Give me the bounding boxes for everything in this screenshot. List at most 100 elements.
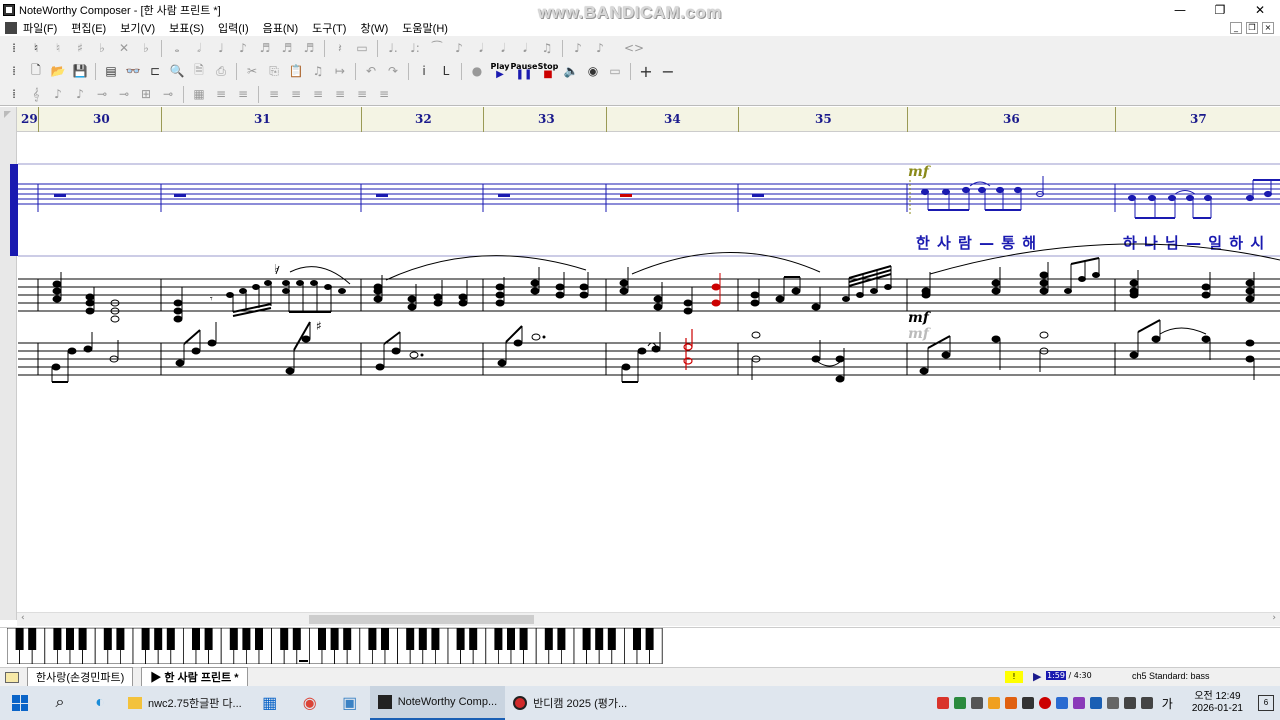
vocal-staff[interactable]: mf 한 사 람 — 통 해 하 나 님 — 일 하 시 <box>10 163 1280 257</box>
menu-view[interactable]: 보기(V) <box>120 20 155 36</box>
taskbar-noteworthy[interactable]: NoteWorthy Comp... <box>369 686 506 720</box>
menu-help[interactable]: 도움말(H) <box>402 20 448 36</box>
staff-tab-1[interactable]: 한사랑(손경민파트) <box>27 667 134 687</box>
piano-black-key[interactable] <box>154 628 163 650</box>
crescendo-icon[interactable]: <> <box>612 39 656 58</box>
spacing-icon[interactable]: ≡ <box>352 85 372 104</box>
rest-mark[interactable] <box>752 194 764 197</box>
piano-treble-staff[interactable]: ♭ 𝄾 ♯ <box>18 243 1280 333</box>
tray-app-icon[interactable] <box>1072 697 1085 709</box>
eighth-note-icon[interactable]: ♪ <box>233 39 253 58</box>
accent-icon[interactable]: 𝅘𝅥 <box>493 39 513 58</box>
piano-black-key[interactable] <box>582 628 591 650</box>
photos-icon[interactable]: ▣ <box>330 686 370 720</box>
sixteenth-note-icon[interactable]: ♬ <box>255 39 275 58</box>
piano-black-key[interactable] <box>280 628 289 650</box>
piano-black-key[interactable] <box>507 628 515 650</box>
record-icon[interactable] <box>1038 697 1051 709</box>
taskbar-explorer[interactable]: nwc2.75한글판 다... <box>120 686 250 720</box>
chord-icon[interactable]: ▭ <box>352 39 372 58</box>
piano-black-key[interactable] <box>633 628 641 650</box>
stem-down-icon[interactable]: ♪ <box>48 85 68 104</box>
print-icon[interactable]: ⎙ <box>211 62 231 81</box>
pause-button[interactable]: Pause ❚❚ <box>511 63 538 80</box>
piano-black-key[interactable] <box>418 628 427 650</box>
piano-black-key[interactable] <box>343 628 352 650</box>
natural-icon[interactable]: ♮ <box>48 39 68 58</box>
new-file-icon[interactable]: 🗋 <box>26 62 46 81</box>
align-right-icon[interactable]: ≡ <box>264 85 284 104</box>
piano-black-key[interactable] <box>78 628 87 650</box>
staccato-icon[interactable]: 𝅘𝅥 <box>471 39 491 58</box>
record-icon[interactable]: ● <box>467 62 487 81</box>
document-icon[interactable] <box>5 21 17 34</box>
shield-icon[interactable] <box>970 697 983 709</box>
piano-bass-staff[interactable]: mf mf <box>18 310 1280 383</box>
start-button[interactable] <box>0 686 40 720</box>
piano-black-key[interactable] <box>381 628 389 650</box>
accidental-toggle-icon[interactable]: ♮ <box>26 39 46 58</box>
midi-icon[interactable]: ◉ <box>583 62 603 81</box>
piano-black-key[interactable] <box>15 628 24 650</box>
indent-icon[interactable]: ≡ <box>308 85 328 104</box>
menu-file[interactable]: 파일(F) <box>23 20 57 36</box>
piano-black-key[interactable] <box>28 628 37 650</box>
vivaldi-icon[interactable] <box>936 697 949 709</box>
piano-black-key[interactable] <box>229 628 238 650</box>
input-language[interactable]: 가 <box>1162 695 1173 712</box>
store-icon[interactable]: ▦ <box>250 686 290 720</box>
tray-app-icon[interactable] <box>953 697 966 709</box>
piano-keyboard[interactable] <box>7 628 663 664</box>
search-icon[interactable]: ⌕ <box>40 686 80 720</box>
paste-icon[interactable]: 📋 <box>286 62 306 81</box>
tray-app-icon[interactable] <box>1106 697 1119 709</box>
tray-app-icon[interactable] <box>1055 697 1068 709</box>
mdi-restore-button[interactable]: ❐ <box>1246 21 1258 34</box>
clip-icon[interactable]: ♫ <box>308 62 328 81</box>
piano-black-key[interactable] <box>406 628 415 650</box>
half-note-icon[interactable]: 𝅗𝅥 <box>189 39 209 58</box>
piano-black-key[interactable] <box>141 628 150 650</box>
beam-group-icon[interactable]: ⊸ <box>114 85 134 104</box>
speaker-icon[interactable]: 🔈 <box>561 62 581 81</box>
menu-tools[interactable]: 도구(T) <box>312 20 346 36</box>
align-center-icon[interactable]: ≡ <box>233 85 253 104</box>
piano-black-key[interactable] <box>645 628 654 650</box>
justify-icon[interactable]: ≡ <box>286 85 306 104</box>
piano-black-key[interactable] <box>595 628 604 650</box>
viewer-icon[interactable]: 👓 <box>123 62 143 81</box>
thirtysecond-note-icon[interactable]: ♬ <box>277 39 297 58</box>
piano-black-key[interactable] <box>607 628 616 650</box>
piano-black-key[interactable] <box>368 628 377 650</box>
outdent-icon[interactable]: ≡ <box>330 85 350 104</box>
selected-rest-mark[interactable] <box>620 194 632 197</box>
piano-black-key[interactable] <box>494 628 503 650</box>
mdi-close-button[interactable]: × <box>1262 21 1274 34</box>
grid-icon[interactable]: ▦ <box>189 85 209 104</box>
menu-insert[interactable]: 입력(I) <box>218 20 249 36</box>
piano-black-key[interactable] <box>192 628 200 650</box>
taskbar-bandicam[interactable]: 반디캠 2025 (평가... <box>505 686 635 720</box>
sharp-icon[interactable]: ♯ <box>70 39 90 58</box>
stem-icon[interactable]: ♪ <box>70 85 90 104</box>
piano-black-key[interactable] <box>103 628 112 650</box>
rest-mark[interactable] <box>498 194 510 197</box>
double-dotted-icon[interactable]: ♩: <box>405 39 425 58</box>
rest-mark[interactable] <box>174 194 186 197</box>
print-preview-icon[interactable]: ▤ <box>101 62 121 81</box>
piano-black-key[interactable] <box>544 628 553 650</box>
tray-app-icon[interactable] <box>1004 697 1017 709</box>
maximize-button[interactable]: ❐ <box>1200 0 1240 19</box>
piano-black-key[interactable] <box>242 628 251 650</box>
info-icon[interactable]: i <box>414 62 434 81</box>
piano-black-key[interactable] <box>204 628 213 650</box>
stop-button[interactable]: Stop ■ <box>537 63 559 80</box>
slur-icon[interactable]: ♪ <box>449 39 469 58</box>
piano-black-key[interactable] <box>431 628 440 650</box>
piano-black-key[interactable] <box>519 628 528 650</box>
insert-icon[interactable]: ↦ <box>330 62 350 81</box>
volume-icon[interactable] <box>1140 697 1153 709</box>
piano-black-key[interactable] <box>255 628 263 650</box>
double-sharp-icon[interactable]: ✕ <box>114 39 134 58</box>
piano-black-key[interactable] <box>557 628 566 650</box>
